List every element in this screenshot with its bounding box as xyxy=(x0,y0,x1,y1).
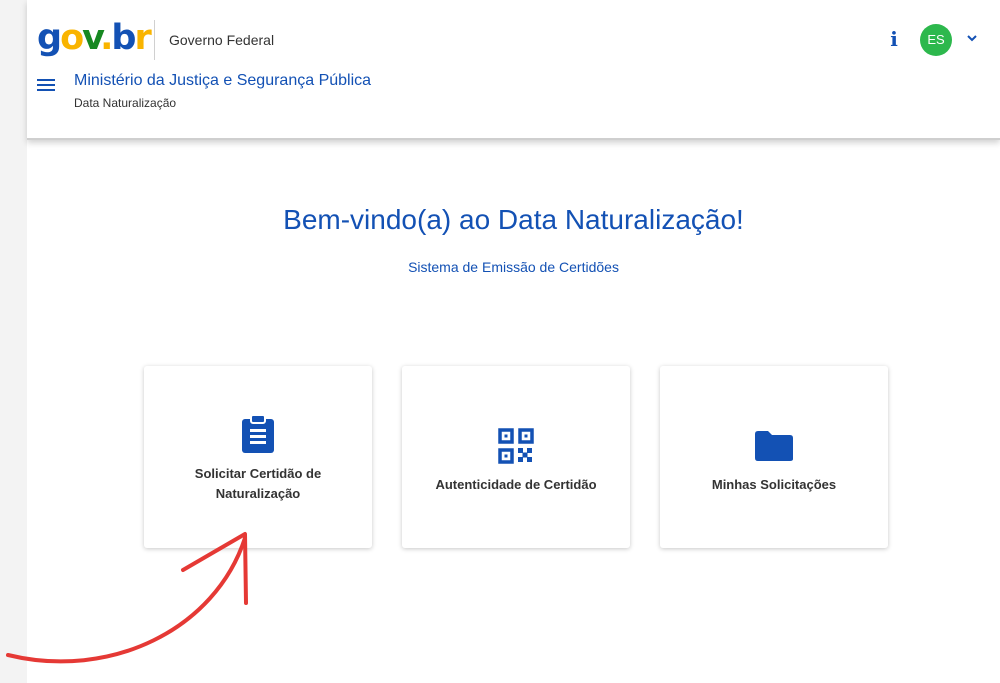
system-name: Data Naturalização xyxy=(74,96,177,110)
ministry-name[interactable]: Ministério da Justiça e Segurança Públic… xyxy=(74,72,371,90)
folder-icon xyxy=(660,430,888,467)
page: gov.br Governo Federal Ministério da Jus… xyxy=(27,0,1000,683)
chevron-down-icon[interactable] xyxy=(966,33,978,43)
card-autenticidade[interactable]: Autenticidade de Certidão xyxy=(402,366,630,548)
card-label: Solicitar Certidão de Naturalização xyxy=(154,464,362,504)
card-label: Autenticidade de Certidão xyxy=(435,477,597,492)
header: gov.br Governo Federal Ministério da Jus… xyxy=(27,0,1000,140)
logo-divider xyxy=(154,20,155,60)
card-solicitar-certidao[interactable]: Solicitar Certidão de Naturalização xyxy=(144,366,372,548)
logo-letter-v: v xyxy=(82,18,102,58)
hamburger-menu-icon[interactable] xyxy=(37,79,55,93)
qr-code-icon xyxy=(402,428,630,469)
card-label-line2: Naturalização xyxy=(215,486,301,501)
card-minhas-solicitacoes[interactable]: Minhas Solicitações xyxy=(660,366,888,548)
card-label-line1: Solicitar Certidão de xyxy=(194,466,322,481)
govbr-logo[interactable]: gov.br xyxy=(37,16,152,60)
welcome-title: Bem-vindo(a) ao Data Naturalização! xyxy=(283,204,744,235)
user-avatar[interactable]: ES xyxy=(920,24,952,56)
logo-dot: . xyxy=(100,18,113,58)
gov-label: Governo Federal xyxy=(169,32,275,48)
logo-letter-g: g xyxy=(37,18,62,58)
logo-letter-r: r xyxy=(134,18,151,58)
logo-letter-o: o xyxy=(60,18,84,58)
card-label: Minhas Solicitações xyxy=(711,477,837,492)
info-icon[interactable]: i xyxy=(886,27,902,51)
welcome-subtitle: Sistema de Emissão de Certidões xyxy=(408,259,619,275)
clipboard-list-icon xyxy=(144,414,372,459)
logo-letter-b: b xyxy=(111,18,136,58)
